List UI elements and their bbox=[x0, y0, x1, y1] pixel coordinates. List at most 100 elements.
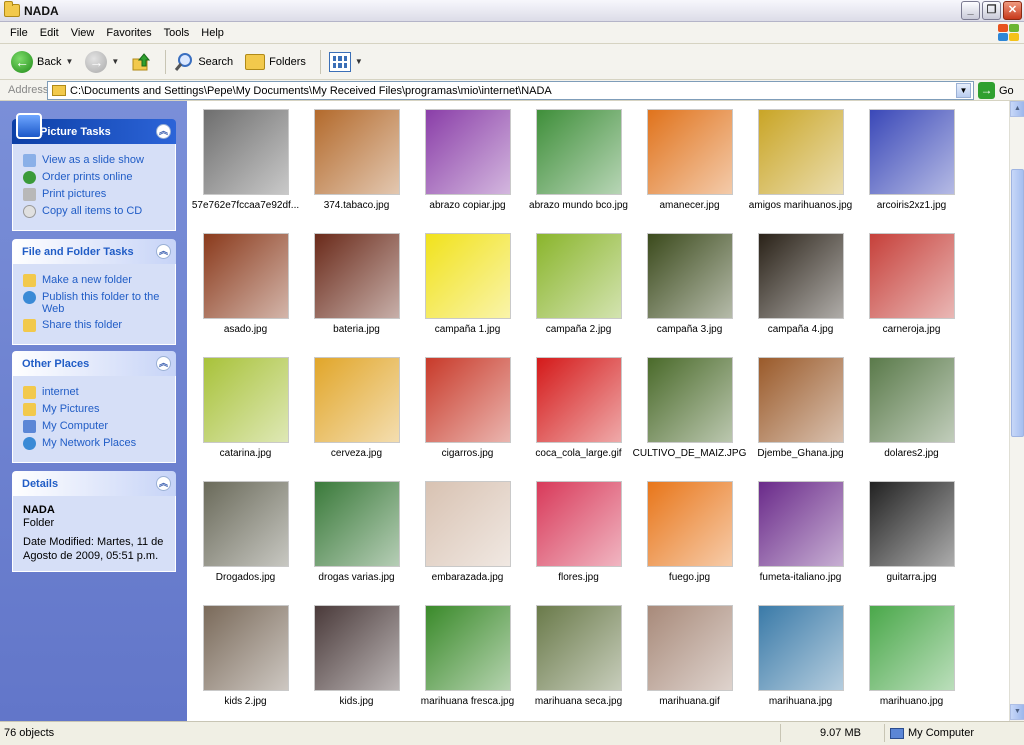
file-thumbnail[interactable] bbox=[202, 109, 289, 195]
dropdown-arrow-icon[interactable]: ▼ bbox=[111, 57, 119, 66]
file-item[interactable]: carneroja.jpg bbox=[856, 233, 967, 357]
file-thumbnail[interactable] bbox=[646, 357, 733, 443]
file-thumbnail[interactable] bbox=[868, 605, 955, 691]
file-item[interactable]: kids 2.jpg bbox=[190, 605, 301, 721]
menu-tools[interactable]: Tools bbox=[158, 27, 196, 39]
file-item[interactable]: flores.jpg bbox=[523, 481, 634, 605]
minimize-button[interactable]: _ bbox=[961, 1, 980, 20]
task-share-folder[interactable]: Share this folder bbox=[23, 319, 167, 332]
file-thumbnail[interactable] bbox=[202, 357, 289, 443]
file-item[interactable]: cerveza.jpg bbox=[301, 357, 412, 481]
views-button[interactable]: ▼ bbox=[326, 48, 366, 76]
file-item[interactable]: dolares2.jpg bbox=[856, 357, 967, 481]
place-my-computer[interactable]: My Computer bbox=[23, 420, 167, 433]
file-item[interactable]: marihuano.jpg bbox=[856, 605, 967, 721]
file-item[interactable]: marihuana fresca.jpg bbox=[412, 605, 523, 721]
file-item[interactable]: fuego.jpg bbox=[634, 481, 745, 605]
file-thumbnail[interactable] bbox=[313, 233, 400, 319]
task-new-folder[interactable]: Make a new folder bbox=[23, 274, 167, 287]
file-thumbnail[interactable] bbox=[313, 605, 400, 691]
file-item[interactable]: arcoiris2xz1.jpg bbox=[856, 109, 967, 233]
file-thumbnail[interactable] bbox=[424, 233, 511, 319]
close-button[interactable]: ✕ bbox=[1003, 1, 1022, 20]
forward-button[interactable]: → ▼ bbox=[82, 48, 122, 76]
file-thumbnail[interactable] bbox=[757, 481, 844, 567]
address-dropdown-button[interactable]: ▼ bbox=[956, 83, 971, 98]
file-thumbnail[interactable] bbox=[868, 233, 955, 319]
file-item[interactable]: drogas varias.jpg bbox=[301, 481, 412, 605]
file-item[interactable]: Drogados.jpg bbox=[190, 481, 301, 605]
file-item[interactable]: 57e762e7fccaa7e92df... bbox=[190, 109, 301, 233]
file-thumbnail[interactable] bbox=[202, 605, 289, 691]
file-item[interactable]: marihuana seca.jpg bbox=[523, 605, 634, 721]
other-places-header[interactable]: Other Places ︽ bbox=[12, 351, 176, 376]
file-thumbnail[interactable] bbox=[424, 605, 511, 691]
maximize-button[interactable]: ❐ bbox=[982, 1, 1001, 20]
collapse-chevron-icon[interactable]: ︽ bbox=[156, 244, 171, 259]
details-header[interactable]: Details ︽ bbox=[12, 471, 176, 496]
folders-button[interactable]: Folders bbox=[242, 48, 309, 76]
file-thumbnail[interactable] bbox=[424, 481, 511, 567]
file-thumbnail[interactable] bbox=[535, 357, 622, 443]
back-button[interactable]: ← Back ▼ bbox=[8, 48, 76, 76]
file-item[interactable]: marihuana.jpg bbox=[745, 605, 856, 721]
file-thumbnail[interactable] bbox=[757, 233, 844, 319]
picture-tasks-header[interactable]: Picture Tasks ︽ bbox=[12, 113, 176, 144]
file-thumbnail[interactable] bbox=[424, 357, 511, 443]
file-item[interactable]: CULTIVO_DE_MAIZ.JPG bbox=[633, 357, 746, 481]
file-thumbnail[interactable] bbox=[535, 481, 622, 567]
go-button[interactable]: → Go bbox=[978, 81, 1014, 100]
file-item[interactable]: 374.tabaco.jpg bbox=[301, 109, 412, 233]
file-thumbnail[interactable] bbox=[646, 109, 733, 195]
file-thumbnail[interactable] bbox=[646, 233, 733, 319]
file-thumbnail[interactable] bbox=[313, 357, 400, 443]
file-item[interactable]: campaña 4.jpg bbox=[745, 233, 856, 357]
scroll-thumb[interactable] bbox=[1011, 169, 1024, 437]
file-item[interactable]: amigos marihuanos.jpg bbox=[745, 109, 856, 233]
file-item[interactable]: cigarros.jpg bbox=[412, 357, 523, 481]
file-thumbnail[interactable] bbox=[757, 605, 844, 691]
dropdown-arrow-icon[interactable]: ▼ bbox=[65, 57, 73, 66]
file-item[interactable]: asado.jpg bbox=[190, 233, 301, 357]
file-thumbnail[interactable] bbox=[202, 233, 289, 319]
task-copy-to-cd[interactable]: Copy all items to CD bbox=[23, 205, 167, 218]
dropdown-arrow-icon[interactable]: ▼ bbox=[355, 57, 363, 66]
scroll-down-button[interactable]: ▼ bbox=[1010, 704, 1024, 720]
vertical-scrollbar[interactable]: ▲ ▼ bbox=[1009, 101, 1024, 721]
file-thumbnail[interactable] bbox=[646, 481, 733, 567]
scroll-up-button[interactable]: ▲ bbox=[1010, 101, 1024, 117]
file-thumbnail[interactable] bbox=[202, 481, 289, 567]
file-thumbnail[interactable] bbox=[868, 109, 955, 195]
file-item[interactable]: bateria.jpg bbox=[301, 233, 412, 357]
file-thumbnail[interactable] bbox=[535, 605, 622, 691]
menu-file[interactable]: File bbox=[4, 27, 34, 39]
search-button[interactable]: Search bbox=[171, 48, 236, 76]
file-thumbnail[interactable] bbox=[868, 481, 955, 567]
menu-edit[interactable]: Edit bbox=[34, 27, 65, 39]
task-print-pictures[interactable]: Print pictures bbox=[23, 188, 167, 201]
collapse-chevron-icon[interactable]: ︽ bbox=[156, 124, 171, 139]
menu-help[interactable]: Help bbox=[195, 27, 230, 39]
file-item[interactable]: marihuana.gif bbox=[634, 605, 745, 721]
file-folder-tasks-header[interactable]: File and Folder Tasks ︽ bbox=[12, 239, 176, 264]
file-thumbnail[interactable] bbox=[313, 481, 400, 567]
file-item[interactable]: fumeta-italiano.jpg bbox=[745, 481, 856, 605]
file-thumbnail[interactable] bbox=[535, 109, 622, 195]
file-item[interactable]: Djembe_Ghana.jpg bbox=[745, 357, 856, 481]
menu-view[interactable]: View bbox=[65, 27, 101, 39]
up-folder-button[interactable] bbox=[128, 48, 154, 76]
file-item[interactable]: catarina.jpg bbox=[190, 357, 301, 481]
file-item[interactable]: campaña 1.jpg bbox=[412, 233, 523, 357]
file-thumbnail[interactable] bbox=[313, 109, 400, 195]
collapse-chevron-icon[interactable]: ︽ bbox=[156, 476, 171, 491]
file-item[interactable]: coca_cola_large.gif bbox=[523, 357, 634, 481]
file-item[interactable]: kids.jpg bbox=[301, 605, 412, 721]
file-item[interactable]: embarazada.jpg bbox=[412, 481, 523, 605]
task-publish-web[interactable]: Publish this folder to the Web bbox=[23, 291, 167, 315]
file-thumbnail[interactable] bbox=[757, 109, 844, 195]
file-thumbnail[interactable] bbox=[424, 109, 511, 195]
file-thumbnail[interactable] bbox=[535, 233, 622, 319]
place-internet[interactable]: internet bbox=[23, 386, 167, 399]
collapse-chevron-icon[interactable]: ︽ bbox=[156, 356, 171, 371]
task-slide-show[interactable]: View as a slide show bbox=[23, 154, 167, 167]
